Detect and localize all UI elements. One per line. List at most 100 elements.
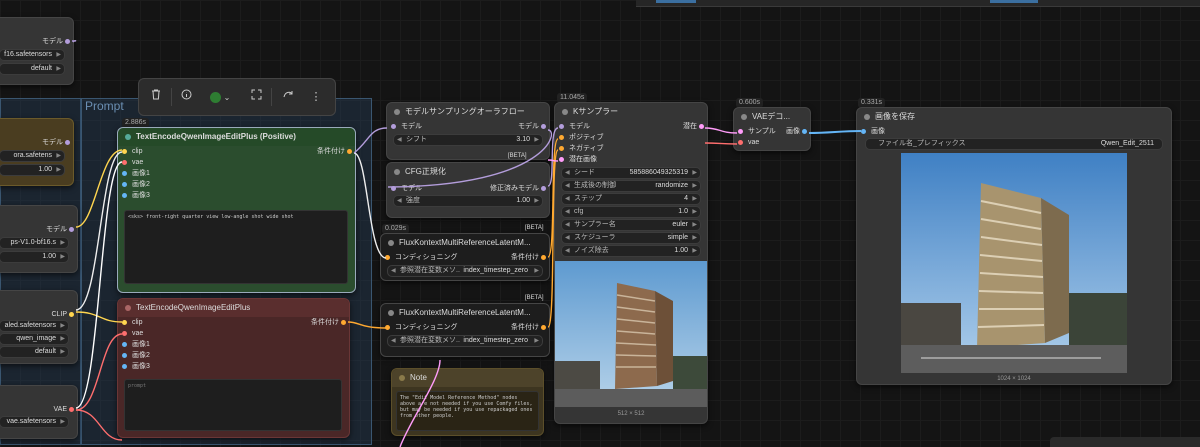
cfg-norm-node[interactable]: CFG正規化 モデル 修正済みモデル ◀ 強度 1.00 ▶ — [386, 162, 550, 218]
note-text[interactable]: The "Edit Model Reference Method" nodes … — [396, 391, 539, 431]
vae-loader-node[interactable]: VAE vae.safetensors ▶ — [0, 385, 78, 439]
sampler-name-widget[interactable]: ◀ サンプラー名 euler ▶ — [561, 219, 701, 231]
steps-widget[interactable]: ◀ ステップ 4 ▶ — [561, 193, 701, 205]
unet-name-widget[interactable]: f16.safetensors ▶ — [0, 49, 65, 61]
top-panel-tab[interactable] — [990, 0, 1038, 3]
filename-prefix-widget[interactable]: ファイル名_プレフィックス Qwen_Edit_2511 — [865, 138, 1163, 150]
conditioning-output-socket[interactable] — [541, 255, 546, 260]
model-input-socket[interactable] — [559, 124, 564, 129]
fit-icon[interactable] — [247, 88, 265, 106]
images-input-socket[interactable] — [861, 129, 866, 134]
output-socket[interactable] — [341, 320, 346, 325]
lora-name-widget[interactable]: ps-V1.0-bf16.s ▶ — [0, 237, 69, 249]
vae-name-widget[interactable]: vae.safetensors ▶ — [0, 416, 69, 428]
prompt-textarea[interactable]: <sks> front-right quarter view low-angle… — [124, 210, 348, 284]
conditioning-output-socket[interactable] — [541, 325, 546, 330]
image-output-socket[interactable] — [802, 129, 807, 134]
vae-socket[interactable] — [122, 331, 127, 336]
image3-socket[interactable] — [122, 364, 127, 369]
node-status-dot[interactable] — [388, 240, 394, 246]
node-status-dot[interactable] — [399, 375, 405, 381]
samples-input-socket[interactable] — [738, 129, 743, 134]
negative-input-socket[interactable] — [559, 146, 564, 151]
type-widget[interactable]: qwen_image ▶ — [0, 333, 69, 345]
scheduler-widget[interactable]: ◀ スケジューラ simple ▶ — [561, 232, 701, 244]
model-input-socket[interactable] — [391, 186, 396, 191]
reference-method-widget[interactable]: ◀ 参照潜在変数メソ.. index_timestep_zero ▶ — [387, 335, 543, 347]
output-socket[interactable] — [65, 140, 70, 145]
vae-decode-node[interactable]: VAEデコ... サンプル 画像 vae — [733, 107, 811, 151]
reference-method-widget[interactable]: ◀ 参照潜在変数メソ.. index_timestep_zero ▶ — [387, 265, 543, 277]
strength-widget[interactable]: ◀ 強度 1.00 ▶ — [393, 195, 543, 207]
model-loader-node[interactable]: モデル f16.safetensors ▶ default ▶ — [0, 17, 74, 85]
seed-widget[interactable]: ◀ シード 585886049325319 ▶ — [561, 167, 701, 179]
node-title: 画像を保存 — [875, 112, 915, 121]
info-icon[interactable] — [177, 88, 195, 106]
node-status-dot[interactable] — [864, 114, 870, 120]
prompt-textarea[interactable]: prompt — [124, 379, 342, 431]
device-widget[interactable]: default ▶ — [0, 346, 69, 358]
vae-socket[interactable] — [122, 160, 127, 165]
trash-icon[interactable] — [147, 88, 165, 106]
conditioning-input-socket[interactable] — [385, 325, 390, 330]
shift-widget[interactable]: ◀ シフト 3.10 ▶ — [393, 134, 543, 146]
output-label: 潜在 — [683, 123, 697, 130]
image2-socket[interactable] — [122, 353, 127, 358]
bypass-icon[interactable] — [279, 88, 297, 106]
image2-socket[interactable] — [122, 182, 127, 187]
clip-socket[interactable] — [122, 149, 127, 154]
node-status-dot[interactable] — [562, 109, 568, 115]
node-status-dot[interactable] — [741, 114, 747, 120]
node-status-dot[interactable] — [394, 169, 400, 175]
note-node[interactable]: Note The "Edit Model Reference Method" n… — [391, 368, 544, 436]
output-socket[interactable] — [69, 227, 74, 232]
vae-input-socket[interactable] — [738, 140, 743, 145]
positive-input-socket[interactable] — [559, 135, 564, 140]
strength-widget[interactable]: 1.00 ▶ — [0, 164, 65, 176]
model-input-socket[interactable] — [391, 124, 396, 129]
positive-encode-node[interactable]: TextEncodeQwenImageEditPlus (Positive) c… — [117, 127, 356, 293]
strength-widget[interactable]: 1.00 ▶ — [0, 251, 69, 263]
denoise-widget[interactable]: ◀ ノイズ除去 1.00 ▶ — [561, 245, 701, 257]
lora-loader-node-2[interactable]: モデル ps-V1.0-bf16.s ▶ 1.00 ▶ — [0, 205, 78, 273]
clip-loader-node[interactable]: CLIP aled.safetensors ▶ qwen_image ▶ defau… — [0, 290, 78, 364]
save-image-node[interactable]: 画像を保存 画像 ファイル名_プレフィックス Qwen_Edit_2511 102… — [856, 107, 1172, 385]
node-status-dot[interactable] — [125, 305, 131, 311]
input-label: clip — [132, 148, 143, 155]
input-label: 画像3 — [132, 192, 150, 199]
latent-output-socket[interactable] — [699, 124, 704, 129]
flux-kontext-node-1[interactable]: FluxKontextMultiReferenceLatentM... コンディ… — [380, 233, 550, 281]
output-label: モデル — [518, 123, 539, 130]
node-status-dot[interactable] — [388, 310, 394, 316]
output-socket[interactable] — [65, 39, 70, 44]
clip-socket[interactable] — [122, 320, 127, 325]
model-output-socket[interactable] — [541, 124, 546, 129]
input-label: ポジティブ — [569, 134, 604, 141]
node-status-dot[interactable] — [394, 109, 400, 115]
color-picker-icon[interactable]: ⌄ — [205, 88, 235, 106]
image1-socket[interactable] — [122, 171, 127, 176]
clip-name-widget[interactable]: aled.safetensors ▶ — [0, 320, 69, 332]
conditioning-input-socket[interactable] — [385, 255, 390, 260]
cfg-widget[interactable]: ◀ cfg 1.0 ▶ — [561, 206, 701, 218]
model-sampling-node[interactable]: モデルサンプリングオーラフロー モデル モデル ◀ シフト 3.10 ▶ — [386, 102, 550, 160]
weight-dtype-widget[interactable]: default ▶ — [0, 63, 65, 75]
top-panel-tab[interactable] — [656, 0, 696, 3]
lora-loader-node-1[interactable]: モデル ora.safetens ▶ 1.00 ▶ — [0, 118, 74, 186]
model-output-socket[interactable] — [541, 186, 546, 191]
output-socket[interactable] — [69, 312, 74, 317]
top-panel — [636, 0, 1200, 7]
image1-socket[interactable] — [122, 342, 127, 347]
input-label: vae — [748, 139, 760, 146]
negative-encode-node[interactable]: TextEncodeQwenImageEditPlus clip 条件付け vae… — [117, 298, 350, 438]
node-status-dot[interactable] — [125, 134, 131, 140]
latent-input-socket[interactable] — [559, 157, 564, 162]
image3-socket[interactable] — [122, 193, 127, 198]
flux-kontext-node-2[interactable]: FluxKontextMultiReferenceLatentM... コンディ… — [380, 303, 550, 357]
output-socket[interactable] — [347, 149, 352, 154]
output-socket[interactable] — [69, 407, 74, 412]
lora-name-widget[interactable]: ora.safetens ▶ — [0, 150, 65, 162]
control-after-generate-widget[interactable]: ◀ 生成後の制御 randomize ▶ — [561, 180, 701, 192]
ksampler-node[interactable]: Kサンプラー モデル 潜在 ポジティブ ネガティブ 潜在画像 ◀ シード 585886… — [554, 102, 708, 424]
more-icon[interactable]: ⋮ — [307, 88, 325, 106]
